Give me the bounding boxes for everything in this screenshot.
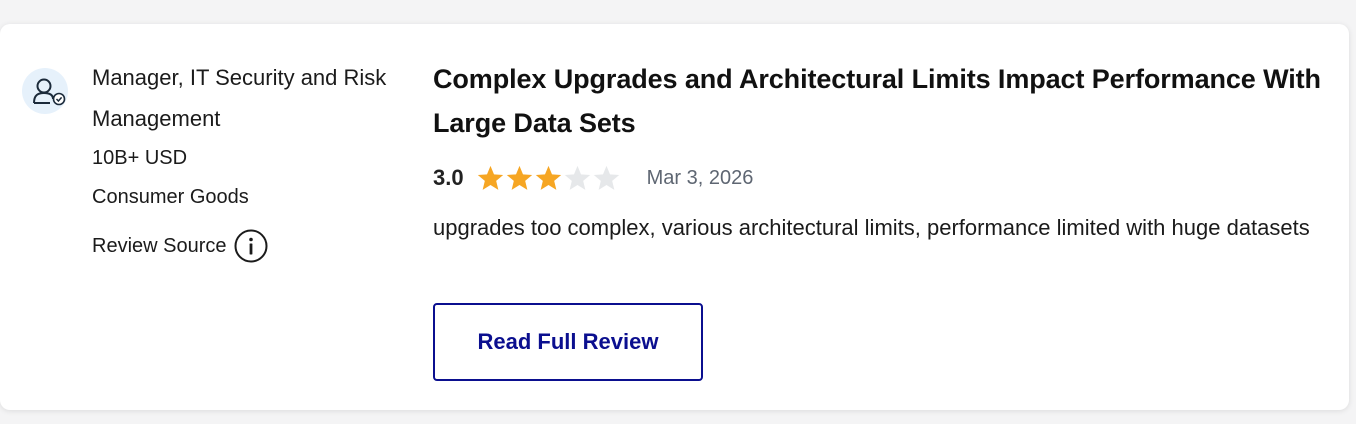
company-size: 10B+ USD [92,147,188,169]
review-main: Complex Upgrades and Architectural Limit… [433,57,1333,248]
reviewer-role: Manager, IT Security and Risk Management [92,65,387,131]
reviewer-info: Manager, IT Security and Risk Management… [92,57,392,263]
review-summary: upgrades too complex, various architectu… [433,215,1310,240]
rating-row: 3.0 Mar 3, 2026 [433,161,1333,195]
info-icon[interactable] [234,229,268,263]
review-title: Complex Upgrades and Architectural Limit… [433,64,1321,138]
review-source-label: Review Source [92,234,227,257]
read-full-review-button[interactable]: Read Full Review [433,303,703,381]
star-rating [476,164,621,193]
star-filled-icon [535,165,561,190]
star-empty-icon [593,165,619,190]
star-filled-icon [506,165,532,190]
verified-user-icon [22,68,68,114]
star-empty-icon [564,165,590,190]
star-filled-icon [477,165,503,190]
review-source-row: Review Source [92,229,392,263]
rating-value: 3.0 [433,165,464,190]
industry: Consumer Goods [92,186,249,208]
review-card: Manager, IT Security and Risk Management… [0,24,1349,410]
review-date: Mar 3, 2026 [646,166,754,189]
